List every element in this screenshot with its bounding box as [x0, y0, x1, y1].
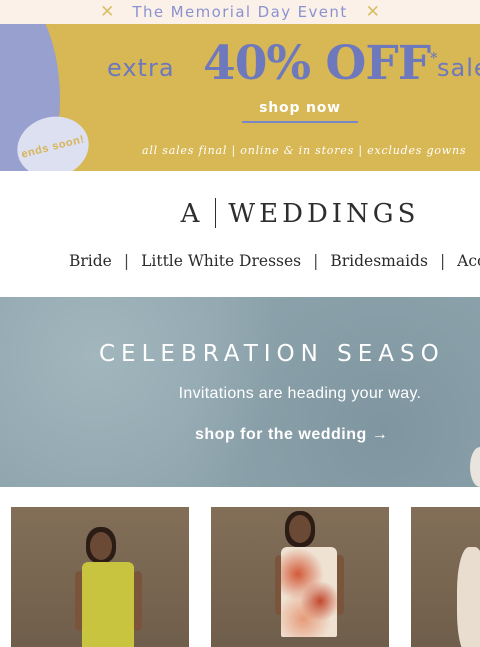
nav-divider: |: [439, 252, 446, 270]
promo-extra: extra: [107, 54, 175, 82]
product-tile-partial[interactable]: [411, 507, 480, 647]
promo-banner[interactable]: extra 40% OFF* sale shop now all sales f…: [0, 24, 480, 171]
nav-item-accessories[interactable]: Acces: [457, 252, 480, 270]
product-tile-yellow-dress[interactable]: [11, 507, 189, 647]
badge-label: ends soon!: [20, 132, 86, 161]
hero-subtitle: Invitations are heading your way.: [178, 385, 422, 402]
category-nav: Bride | Little White Dresses | Bridesmaids | A…: [69, 252, 480, 270]
promo-fine-print: all sales final | online & in stores | e…: [142, 144, 467, 157]
nav-item-bridesmaids[interactable]: Bridesmaids: [330, 252, 428, 270]
nav-divider: |: [123, 252, 130, 270]
hero-banner[interactable]: CELEBRATION SEASO Invitations are headin…: [0, 297, 480, 487]
shop-now-link[interactable]: shop now: [242, 100, 358, 123]
brand-logo[interactable]: A WEDDINGS: [0, 198, 480, 229]
nav-divider: |: [313, 252, 319, 270]
x-icon: ✕: [365, 2, 380, 22]
decorative-flower: [470, 447, 480, 487]
announcement-bar[interactable]: ✕ The Memorial Day Event ✕: [0, 0, 480, 24]
yellow-dress-image: [82, 562, 134, 647]
shop-wedding-link[interactable]: shop for the wedding →: [195, 426, 388, 444]
promo-headline: 40% OFF*: [203, 36, 437, 91]
x-icon: ✕: [100, 2, 115, 22]
brand-letter: A: [180, 199, 204, 229]
nav-item-little-white-dresses[interactable]: Little White Dresses: [141, 252, 301, 270]
nav-item-bride[interactable]: Bride: [69, 252, 112, 270]
floral-dress-image: [281, 547, 337, 637]
brand-divider: [215, 198, 217, 228]
promo-tail: sale: [437, 54, 480, 82]
model-head: [289, 515, 311, 543]
model-head: [90, 532, 112, 560]
announcement-title[interactable]: The Memorial Day Event: [132, 3, 347, 21]
brand-name: WEDDINGS: [228, 199, 420, 229]
partial-dress-image: [457, 547, 480, 647]
product-tile-floral-dress[interactable]: [211, 507, 389, 647]
hero-title: CELEBRATION SEASO: [99, 341, 445, 367]
